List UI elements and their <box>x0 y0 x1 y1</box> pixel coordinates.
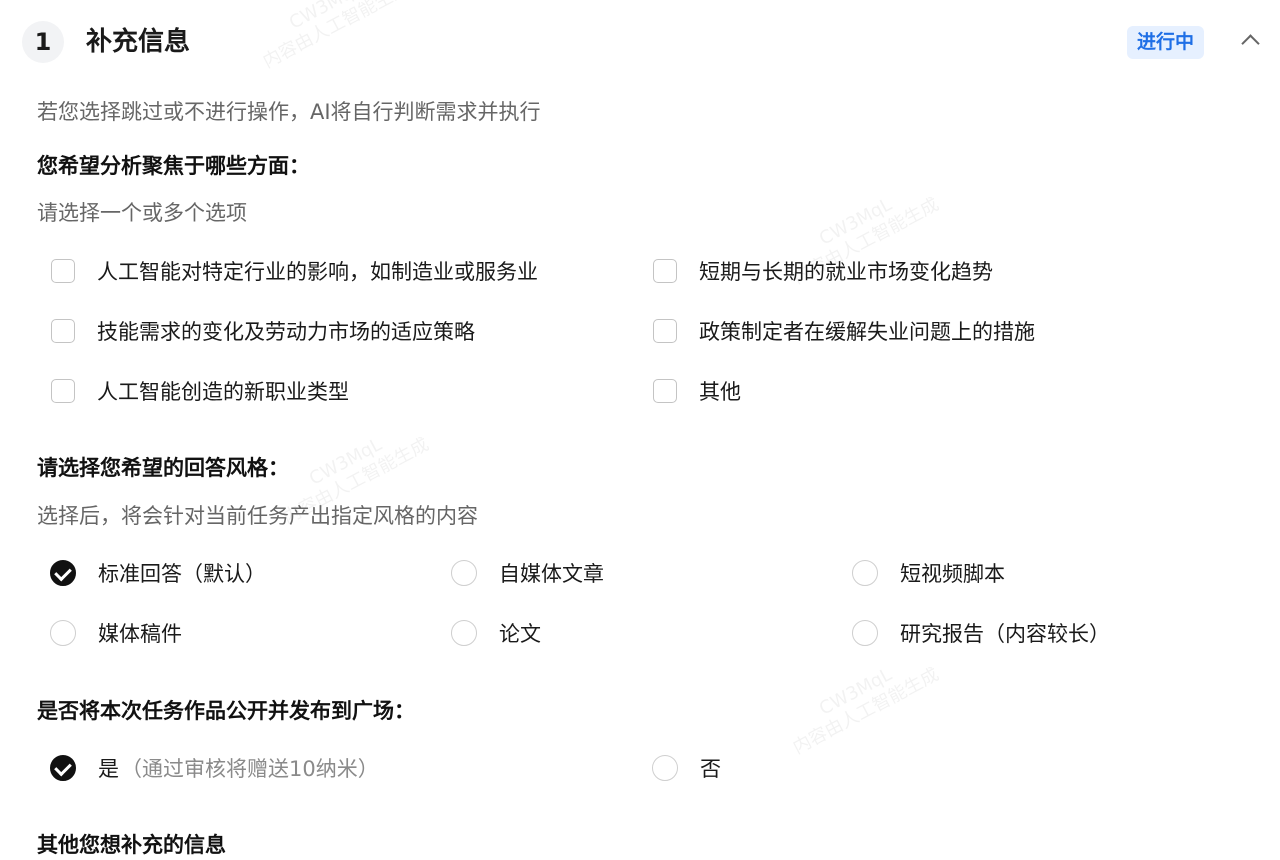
radio-button[interactable] <box>451 560 477 586</box>
radio-option[interactable]: 媒体稿件 <box>50 617 182 649</box>
checkbox-label: 技能需求的变化及劳动力市场的适应策略 <box>97 320 475 344</box>
checkbox[interactable] <box>653 319 677 343</box>
checkbox[interactable] <box>51 319 75 343</box>
question-focus-hint: 请选择一个或多个选项 <box>37 201 247 225</box>
checkbox[interactable] <box>51 259 75 283</box>
radio-option[interactable]: 是 （通过审核将赠送10纳米） <box>50 752 379 784</box>
watermark: CW3MqL 内容由人工智能生成 <box>249 0 413 73</box>
radio-label: 否 <box>700 757 721 781</box>
radio-label: 论文 <box>499 622 541 646</box>
checkbox-option[interactable]: 人工智能创造的新职业类型 <box>51 375 349 407</box>
watermark-code: CW3MqL <box>305 434 386 490</box>
question-extra-title: 其他您想补充的信息 <box>37 833 226 857</box>
radio-option[interactable]: 论文 <box>451 617 541 649</box>
checkbox-option[interactable]: 人工智能对特定行业的影响，如制造业或服务业 <box>51 255 538 287</box>
checkbox[interactable] <box>51 379 75 403</box>
radio-label: 自媒体文章 <box>499 562 604 586</box>
radio-checked-icon[interactable] <box>50 560 76 586</box>
watermark-code: CW3MqL <box>815 664 896 720</box>
checkbox-option[interactable]: 技能需求的变化及劳动力市场的适应策略 <box>51 315 475 347</box>
radio-button[interactable] <box>652 755 678 781</box>
checkbox-label: 其他 <box>699 380 741 404</box>
checkbox[interactable] <box>653 379 677 403</box>
radio-option[interactable]: 短视频脚本 <box>852 557 1005 589</box>
chevron-up-icon[interactable] <box>1241 34 1260 53</box>
radio-button[interactable] <box>50 620 76 646</box>
question-focus-title: 您希望分析聚焦于哪些方面： <box>37 154 310 178</box>
checkbox-label: 政策制定者在缓解失业问题上的措施 <box>699 320 1035 344</box>
checkbox[interactable] <box>653 259 677 283</box>
radio-label: 标准回答（默认） <box>98 562 266 586</box>
radio-button[interactable] <box>852 560 878 586</box>
question-style-hint: 选择后，将会针对当前任务产出指定风格的内容 <box>37 504 478 528</box>
radio-option[interactable]: 自媒体文章 <box>451 557 604 589</box>
watermark-text: 内容由人工智能生成 <box>789 663 943 759</box>
radio-sublabel: （通过审核将赠送10纳米） <box>121 757 379 781</box>
radio-label: 研究报告（内容较长） <box>900 622 1110 646</box>
radio-label: 短视频脚本 <box>900 562 1005 586</box>
intro-hint: 若您选择跳过或不进行操作，AI将自行判断需求并执行 <box>37 100 541 124</box>
checkbox-label: 人工智能创造的新职业类型 <box>97 380 349 404</box>
step-number-badge: 1 <box>22 21 64 63</box>
radio-label: 媒体稿件 <box>98 622 182 646</box>
radio-label: 是 <box>98 757 119 781</box>
radio-option[interactable]: 标准回答（默认） <box>50 557 266 589</box>
checkbox-label: 人工智能对特定行业的影响，如制造业或服务业 <box>97 260 538 284</box>
watermark: CW3MqL 内容由人工智能生成 <box>779 645 943 760</box>
checkbox-label: 短期与长期的就业市场变化趋势 <box>699 260 993 284</box>
status-badge: 进行中 <box>1127 26 1205 59</box>
checkbox-option[interactable]: 短期与长期的就业市场变化趋势 <box>653 255 993 287</box>
question-style-title: 请选择您希望的回答风格： <box>37 456 289 480</box>
radio-option[interactable]: 否 <box>652 752 721 784</box>
radio-button[interactable] <box>852 620 878 646</box>
radio-button[interactable] <box>451 620 477 646</box>
checkbox-option[interactable]: 政策制定者在缓解失业问题上的措施 <box>653 315 1035 347</box>
watermark-text: 内容由人工智能生成 <box>259 0 413 73</box>
radio-option[interactable]: 研究报告（内容较长） <box>852 617 1110 649</box>
watermark-code: CW3MqL <box>285 0 366 34</box>
checkbox-option[interactable]: 其他 <box>653 375 741 407</box>
question-publish-title: 是否将本次任务作品公开并发布到广场： <box>37 699 415 723</box>
section-title: 补充信息 <box>86 27 191 57</box>
radio-checked-icon[interactable] <box>50 755 76 781</box>
